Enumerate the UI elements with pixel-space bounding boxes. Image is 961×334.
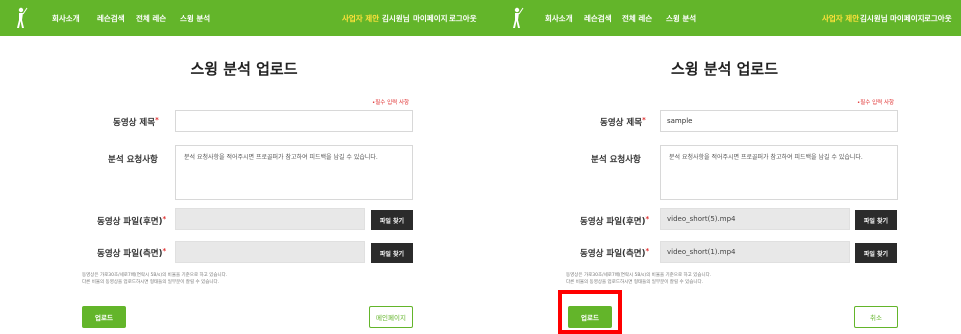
nav-mypage[interactable]: 마이페이지 [890,13,925,24]
cancel-button[interactable]: 취소 [854,306,898,328]
request-label: 분석 요청사항 [591,155,641,165]
file-back-input[interactable] [175,208,365,230]
main-page-button[interactable]: 메인페이지 [369,306,413,328]
file-side-input[interactable]: video_short(1).mp4 [660,241,850,263]
nav-business-proposal[interactable]: 사업자 제안 [342,13,379,24]
file-back-input[interactable]: video_short(5).mp4 [660,208,850,230]
help-text: 동영상은 가로30초/세로7배(연락시 5B/s)의 비율을 기준으로 하고 있… [82,273,228,285]
top-nav: 회사소개 레슨검색 전체 레슨 스윙 분석 사업자 제안 김시원님 마이페이지 … [488,0,961,36]
page-title: 스윙 분석 업로드 [670,60,779,78]
required-note: •필수 입력 사항 [372,100,410,106]
nav-swing-analysis[interactable]: 스윙 분석 [666,13,696,24]
request-textarea[interactable]: 분석 요청사항을 적어주시면 프로골퍼가 참고하여 피드백을 남길 수 있습니다… [175,145,413,200]
nav-all-lessons[interactable]: 전체 레슨 [136,13,166,24]
nav-lesson-search[interactable]: 레슨검색 [97,13,125,24]
upload-page-filled: 회사소개 레슨검색 전체 레슨 스윙 분석 사업자 제안 김시원님 마이페이지 … [488,0,961,334]
required-note: •필수 입력 사항 [857,100,895,106]
nav-logout[interactable]: 로그아웃 [924,13,952,24]
video-title-label: 동영상 제목* [113,116,159,128]
file-side-input[interactable] [175,241,365,263]
upload-button[interactable]: 업로드 [82,306,126,328]
upload-button[interactable]: 업로드 [568,306,612,328]
find-file-back-button[interactable]: 파일 찾기 [855,210,897,230]
nav-swing-analysis[interactable]: 스윙 분석 [180,13,210,24]
nav-all-lessons[interactable]: 전체 레슨 [622,13,652,24]
file-back-label: 동영상 파일(후면)* [97,215,167,227]
video-title-label: 동영상 제목* [600,116,646,128]
nav-lesson-search[interactable]: 레슨검색 [584,13,612,24]
request-textarea[interactable]: 분석 요청사항을 적어주시면 프로골퍼가 참고하여 피드백을 남길 수 있습니다… [660,145,898,200]
help-text: 동영상은 가로30초/세로7배(연락시 5B/s)의 비율을 기준으로 하고 있… [566,273,712,285]
find-file-back-button[interactable]: 파일 찾기 [371,210,413,230]
file-back-label: 동영상 파일(후면)* [580,215,650,227]
find-file-side-button[interactable]: 파일 찾기 [371,243,413,263]
nav-user-name: 김시원님 [860,14,888,23]
nav-mypage[interactable]: 마이페이지 [413,13,448,24]
top-nav: 회사소개 레슨검색 전체 레슨 스윙 분석 사업자 제안 김시원님 마이페이지 … [0,0,488,36]
nav-company[interactable]: 회사소개 [52,13,80,24]
file-side-label: 동영상 파일(측면)* [580,247,650,259]
request-label: 분석 요청사항 [108,155,158,165]
nav-logout[interactable]: 로그아웃 [449,13,477,24]
screenshot-comparison: 회사소개 레슨검색 전체 레슨 스윙 분석 사업자 제안 김시원님 마이페이지 … [0,0,961,334]
nav-company[interactable]: 회사소개 [545,13,573,24]
nav-user-name: 김시원님 [382,14,410,23]
page-title: 스윙 분석 업로드 [190,60,298,78]
find-file-side-button[interactable]: 파일 찾기 [855,243,897,263]
golfer-logo-icon[interactable] [14,7,28,29]
video-title-input[interactable]: sample [660,110,898,132]
upload-page-empty: 회사소개 레슨검색 전체 레슨 스윙 분석 사업자 제안 김시원님 마이페이지 … [0,0,488,334]
golfer-logo-icon[interactable] [510,7,524,29]
nav-business-proposal[interactable]: 사업자 제안 [822,13,859,24]
video-title-input[interactable] [175,110,413,132]
file-side-label: 동영상 파일(측면)* [97,247,167,259]
